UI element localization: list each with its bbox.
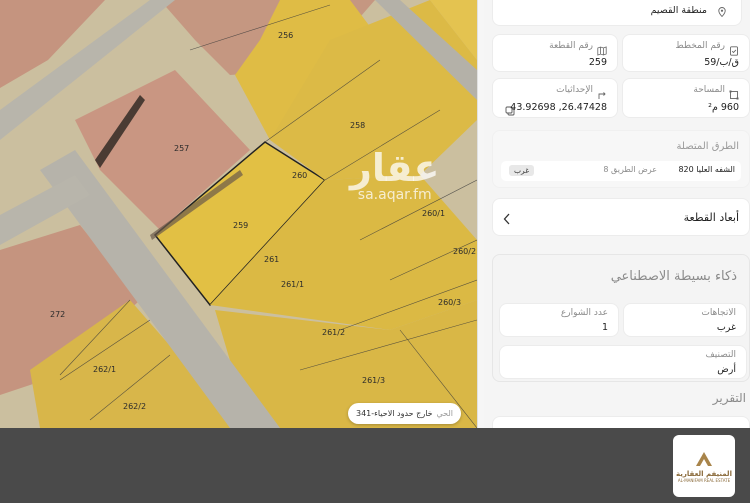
details-panel[interactable]: منطقة القصيم رقم المخطط ق/ب/59 رقم القطع… xyxy=(484,0,750,428)
watermark-sub: sa.aqar.fm xyxy=(357,187,432,203)
coords-label: الإحداثيات xyxy=(556,85,593,95)
dimensions-card[interactable]: أبعاد القطعة xyxy=(492,198,750,236)
road-direction-badge: غرب xyxy=(509,165,535,176)
plot-label: 260/1 xyxy=(422,209,445,218)
plot-number-value: 259 xyxy=(588,57,607,68)
roads-title: الطرق المتصلة xyxy=(676,141,739,152)
plot-label: 259 xyxy=(233,221,248,230)
bottom-bar xyxy=(0,428,750,503)
directions-card: الاتجاهات غرب xyxy=(623,303,747,337)
plot-label: 260/2 xyxy=(453,247,476,256)
plot-label: 261 xyxy=(264,255,279,264)
map-icon xyxy=(597,41,607,56)
dimensions-title: أبعاد القطعة xyxy=(683,211,739,224)
area-icon xyxy=(729,85,739,100)
plot-label: 260/3 xyxy=(438,298,461,307)
area-label: المساحة xyxy=(693,85,725,95)
location-pin-icon xyxy=(717,2,727,18)
plot-label: 257 xyxy=(174,144,189,153)
map-watermark: عقار sa.aqar.fm xyxy=(350,148,439,202)
region-value: منطقة القصيم xyxy=(650,5,707,16)
plot-label: 258 xyxy=(350,121,365,130)
road-row[interactable]: الشفه العليا 820 عرض الطريق 8 غرب xyxy=(501,161,741,181)
region-card: منطقة القصيم xyxy=(492,0,742,26)
chevron-left-icon xyxy=(503,210,511,225)
roads-card: الطرق المتصلة الشفه العليا 820 عرض الطري… xyxy=(492,130,750,188)
logo-line1: المنيفم العقارية xyxy=(676,469,732,478)
plot-label: 262/1 xyxy=(93,365,116,374)
plot-label: 261/1 xyxy=(281,280,304,289)
district-label: الحي xyxy=(436,409,454,418)
plot-label: 262/2 xyxy=(123,402,146,411)
scheme-card: رقم المخطط ق/ب/59 xyxy=(622,34,750,72)
plot-label: 261/3 xyxy=(362,376,385,385)
streets-card: عدد الشوارع 1 xyxy=(499,303,619,337)
district-value: خارج حدود الاحياء-341 xyxy=(356,409,433,418)
plot-label: 256 xyxy=(278,31,293,40)
company-logo: المنيفم العقارية AL-MANIFAM REAL ESTATE xyxy=(673,435,735,497)
watermark-main: عقار xyxy=(350,146,440,190)
road-width: عرض الطريق 8 xyxy=(603,165,657,174)
report-card xyxy=(492,416,750,428)
coords-value: 43.92698 ,26.47428 xyxy=(510,102,607,113)
classification-label: التصنيف xyxy=(705,350,736,360)
panel-divider xyxy=(477,0,484,428)
logo-line2: AL-MANIFAM REAL ESTATE xyxy=(677,477,731,483)
streets-value: 1 xyxy=(601,322,608,333)
ai-title: ذكاء بسيطة الاصطناعي xyxy=(610,269,737,284)
plot-label: 272 xyxy=(50,310,65,319)
plot-label: 260 xyxy=(292,171,307,180)
plot-label: 261/2 xyxy=(322,328,345,337)
report-title: التقرير xyxy=(712,391,746,405)
scheme-value: ق/ب/59 xyxy=(704,57,739,68)
classification-value: أرض xyxy=(717,364,736,375)
streets-label: عدد الشوارع xyxy=(560,308,608,318)
area-card: المساحة 960 م² xyxy=(622,78,750,118)
area-value: 960 م² xyxy=(708,102,739,113)
plot-number-label: رقم القطعة xyxy=(549,41,593,51)
coords-card: الإحداثيات 43.92698 ,26.47428 xyxy=(492,78,618,118)
ai-card: ذكاء بسيطة الاصطناعي الاتجاهات غرب عدد ا… xyxy=(492,254,750,382)
district-pill[interactable]: الحي خارج حدود الاحياء-341 xyxy=(348,403,461,424)
road-name: الشفه العليا 820 xyxy=(678,165,735,174)
classification-card: التصنيف أرض xyxy=(499,345,747,379)
directions-value: غرب xyxy=(716,322,736,333)
map-view[interactable]: 256 257 258 259 260 261 260/1 260/2 260/… xyxy=(0,0,477,428)
directions-label: الاتجاهات xyxy=(701,308,736,318)
map-canvas[interactable]: 256 257 258 259 260 261 260/1 260/2 260/… xyxy=(0,0,477,428)
plot-number-card: رقم القطعة 259 xyxy=(492,34,618,72)
scheme-label: رقم المخطط xyxy=(675,41,725,51)
logo-mark-icon xyxy=(694,450,714,468)
route-icon xyxy=(597,85,607,99)
document-icon xyxy=(729,41,739,56)
